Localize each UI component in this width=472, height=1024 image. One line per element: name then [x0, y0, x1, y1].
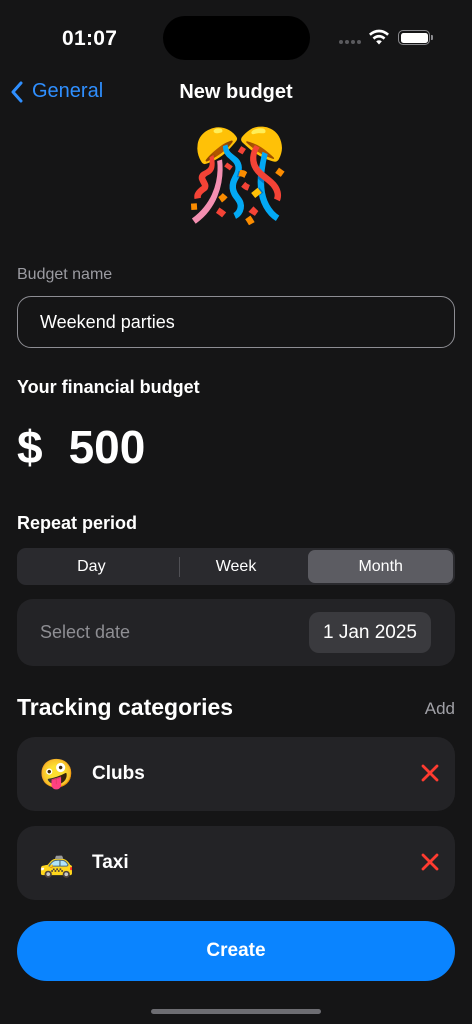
category-item: 🚕 Taxi	[17, 826, 455, 900]
budget-name-input[interactable]	[17, 296, 455, 348]
zany-face-icon: 🤪	[39, 758, 74, 789]
category-item: 🤪 Clubs	[17, 737, 455, 811]
dynamic-island	[163, 16, 310, 60]
tracking-categories-title: Tracking categories	[17, 694, 234, 720]
remove-category-icon[interactable]	[419, 851, 441, 873]
date-picker-button[interactable]: 1 Jan 2025	[308, 612, 431, 653]
home-indicator	[151, 1009, 321, 1014]
budget-name-label: Budget name	[17, 266, 113, 283]
battery-cap	[431, 35, 433, 40]
add-category-button[interactable]: Add	[425, 699, 455, 719]
taxi-icon: 🚕	[39, 847, 74, 878]
create-button[interactable]: Create	[17, 921, 455, 981]
currency-symbol: $	[17, 421, 43, 473]
segment-week[interactable]: Week	[164, 550, 309, 583]
financial-budget-title: Your financial budget	[17, 377, 200, 397]
status-time: 01:07	[62, 27, 118, 50]
select-date-row: Select date 1 Jan 2025	[17, 599, 455, 666]
budget-amount-field[interactable]: $ 500	[17, 420, 145, 474]
page-title: New budget	[179, 81, 293, 103]
navigation-bar: General New budget	[0, 72, 472, 112]
category-name: Taxi	[92, 852, 129, 873]
segment-month[interactable]: Month	[308, 550, 454, 583]
segment-divider	[179, 557, 180, 577]
segment-day[interactable]: Day	[19, 550, 164, 583]
select-date-label: Select date	[40, 622, 131, 642]
category-name: Clubs	[92, 763, 145, 784]
budget-amount-value: 500	[68, 421, 146, 473]
repeat-period-segmented-control: Day Week Month	[17, 548, 455, 585]
status-bar: 01:07	[0, 0, 472, 70]
cellular-signal-icon	[339, 40, 361, 44]
confetti-ball-icon: 🎊	[184, 126, 294, 225]
wifi-icon	[369, 29, 389, 45]
remove-category-icon[interactable]	[419, 762, 441, 784]
repeat-period-title: Repeat period	[17, 513, 138, 533]
battery-icon	[398, 30, 430, 45]
